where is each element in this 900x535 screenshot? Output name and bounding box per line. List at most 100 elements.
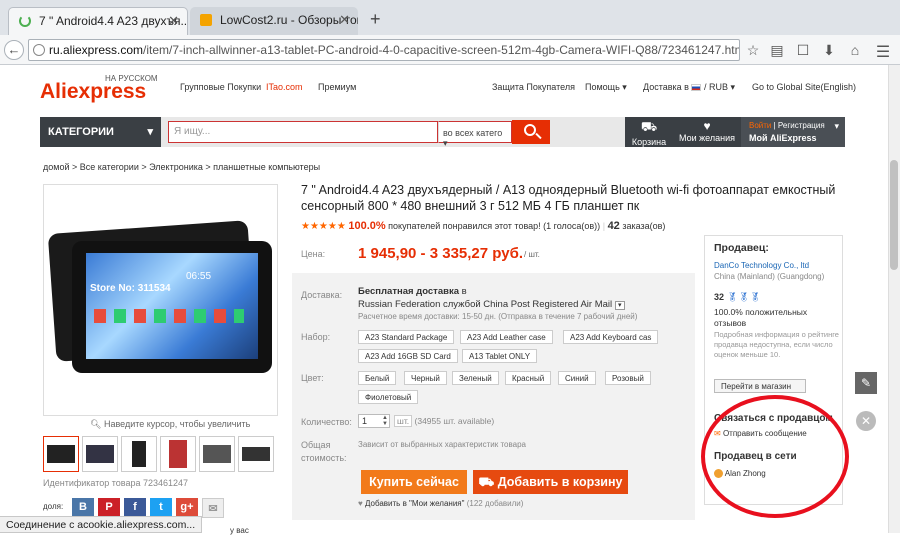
app-icons [94, 309, 244, 323]
link-premium[interactable]: Премиум [318, 82, 356, 92]
option-color[interactable]: Красный [505, 371, 552, 385]
bookmarks-icon[interactable]: ☐ [794, 42, 812, 58]
pinterest-icon[interactable]: P [98, 498, 120, 518]
address-bar[interactable]: ru.aliexpress.com/item/7-inch-allwinner-… [28, 39, 740, 61]
thumbnail[interactable] [160, 436, 196, 472]
buy-now-button[interactable]: Купить сейчас [361, 470, 467, 494]
rating-text[interactable]: покупателей понравился этот товар! (1 го… [388, 221, 600, 231]
thumbnail[interactable] [199, 436, 235, 472]
edit-pencil-button[interactable]: ✎ [855, 372, 877, 394]
back-button[interactable]: ← [4, 40, 24, 60]
logo-subtitle: НА РУССКОМ [105, 74, 158, 83]
annotation-circle [701, 395, 849, 518]
option-color[interactable]: Синий [558, 371, 596, 385]
login-link[interactable]: Войти [749, 121, 771, 130]
heart-icon: ♥ [358, 499, 363, 508]
seller-heading: Продавец: [714, 242, 769, 254]
aliexpress-logo[interactable]: Aliexpress [40, 80, 146, 104]
qty-available: (34955 шт. available) [414, 416, 495, 426]
option-set[interactable]: A23 Standard Package [358, 330, 455, 344]
menu-icon[interactable]: ☰ [874, 42, 892, 61]
page-content: Aliexpress НА РУССКОМ Групповые Покупки … [0, 65, 900, 535]
vk-icon[interactable]: B [72, 498, 94, 518]
home-icon[interactable]: ⌂ [846, 42, 864, 58]
thumbnail[interactable] [121, 436, 157, 472]
product-image[interactable]: Store No: 311534 06:55 [43, 184, 278, 416]
option-set[interactable]: A23 Add Keyboard cas [563, 330, 659, 344]
search-button[interactable] [512, 120, 550, 144]
orders-count: 42 [607, 220, 620, 232]
loading-icon [19, 15, 31, 27]
globe-icon [33, 44, 45, 56]
option-color[interactable]: Белый [358, 371, 397, 385]
register-link[interactable]: | Регистрация [774, 121, 825, 130]
link-buyer-protection[interactable]: Защита Покупателя [492, 82, 575, 92]
scrollbar[interactable] [888, 65, 900, 533]
total-note: Зависит от выбранных характеристик товар… [358, 440, 526, 449]
delivery-service[interactable]: Russian Federation службой China Post Re… [358, 299, 625, 310]
add-wishlist-link[interactable]: ♥ Добавить в "Мои желания" (122 добавили… [358, 499, 523, 508]
share-label: доля: [43, 502, 64, 511]
option-set[interactable]: A23 Add Leather case [460, 330, 553, 344]
link-help[interactable]: Помощь ▾ [585, 82, 627, 93]
product-title: 7 " Android4.4 A23 двухъядерный / A13 од… [301, 183, 836, 213]
qty-input[interactable]: 1 ▲ ▼ [358, 414, 390, 428]
search-category-select[interactable]: во всех катего ▾ [438, 121, 512, 148]
option-set[interactable]: A23 Add 16GB SD Card [358, 349, 458, 363]
new-tab-button[interactable]: + [370, 9, 381, 30]
free-delivery: Бесплатная доставка [358, 286, 459, 297]
qty-stepper-icon[interactable]: ▲ ▼ [382, 415, 388, 427]
logo-ali: Ali [40, 80, 67, 103]
reading-list-icon[interactable]: ▤ [768, 42, 786, 58]
thumbnail[interactable] [82, 436, 118, 472]
medal-icons: 🏅︎🏅︎🏅︎ [726, 292, 761, 302]
store-button[interactable]: Перейти в магазин [714, 379, 806, 393]
account-bar: ⛟ Корзина ♥ Мои желания Войти | Регистра… [625, 117, 845, 147]
option-set[interactable]: A13 Tablet ONLY [462, 349, 538, 363]
chevron-down-icon: ▾ [834, 121, 839, 131]
link-group-buy[interactable]: Групповые Покупки [180, 82, 261, 92]
link-itao[interactable]: ITao.com [266, 82, 303, 92]
url-domain: ru.aliexpress.com [49, 43, 144, 57]
seller-name[interactable]: DanCo Technology Co., ltd [714, 261, 809, 270]
star-icon[interactable]: ☆ [744, 42, 762, 58]
categories-button[interactable]: КАТЕГОРИИ ▾ [40, 117, 161, 147]
wishlist-link[interactable]: ♥ Мои желания [677, 119, 737, 143]
tab-lowcost[interactable]: LowCost2.ru - Обзоры тов... ✕ [190, 7, 358, 35]
cart-link[interactable]: ⛟ Корзина [629, 119, 669, 147]
option-color[interactable]: Фиолетовый [358, 390, 419, 404]
screen-time: 06:55 [186, 271, 212, 282]
googleplus-icon[interactable]: g+ [176, 498, 198, 518]
link-shipping[interactable]: Доставка в / RUB ▾ [643, 82, 735, 93]
price-unit: / шт. [524, 250, 540, 259]
add-to-cart-button[interactable]: ⛟ Добавить в корзину [473, 470, 628, 494]
breadcrumb[interactable]: домой > Все категории > Электроника > пл… [43, 162, 320, 172]
search-icon-handle [535, 132, 542, 140]
close-circle-button[interactable]: ✕ [856, 411, 876, 431]
delivery-label: Доставка: [301, 290, 343, 300]
email-icon[interactable]: ✉ [202, 498, 224, 518]
price-value: 1 945,90 - 3 335,27 руб. [358, 245, 524, 262]
link-global-site[interactable]: Go to Global Site(English) [752, 82, 856, 92]
thumbnail[interactable] [238, 436, 274, 472]
qty-unit: шт. [394, 415, 413, 427]
tab-aliexpress[interactable]: 7 " Android4.4 A23 двухъя... ✕ [8, 7, 188, 35]
set-label: Набор: [301, 332, 331, 342]
facebook-icon[interactable]: f [124, 498, 146, 518]
twitter-icon[interactable]: t [150, 498, 172, 518]
option-color[interactable]: Черный [404, 371, 447, 385]
option-color[interactable]: Розовый [605, 371, 651, 385]
search-icon [524, 124, 536, 136]
download-icon[interactable]: ⬇ [820, 42, 838, 58]
rating-stars: ★★★★★ [301, 221, 346, 232]
search-input[interactable]: Я ищу... [168, 121, 438, 143]
scrollbar-thumb[interactable] [890, 160, 898, 270]
logo-express: express [66, 80, 147, 103]
price-label: Цена: [301, 249, 326, 259]
close-tab-icon[interactable]: ✕ [168, 13, 179, 29]
close-tab-icon[interactable]: ✕ [339, 12, 350, 28]
thumbnail[interactable] [43, 436, 79, 472]
option-color[interactable]: Зеленый [452, 371, 499, 385]
flag-icon [691, 84, 702, 92]
account-menu[interactable]: Войти | Регистрация Мой AliExpress ▾ [741, 117, 845, 147]
